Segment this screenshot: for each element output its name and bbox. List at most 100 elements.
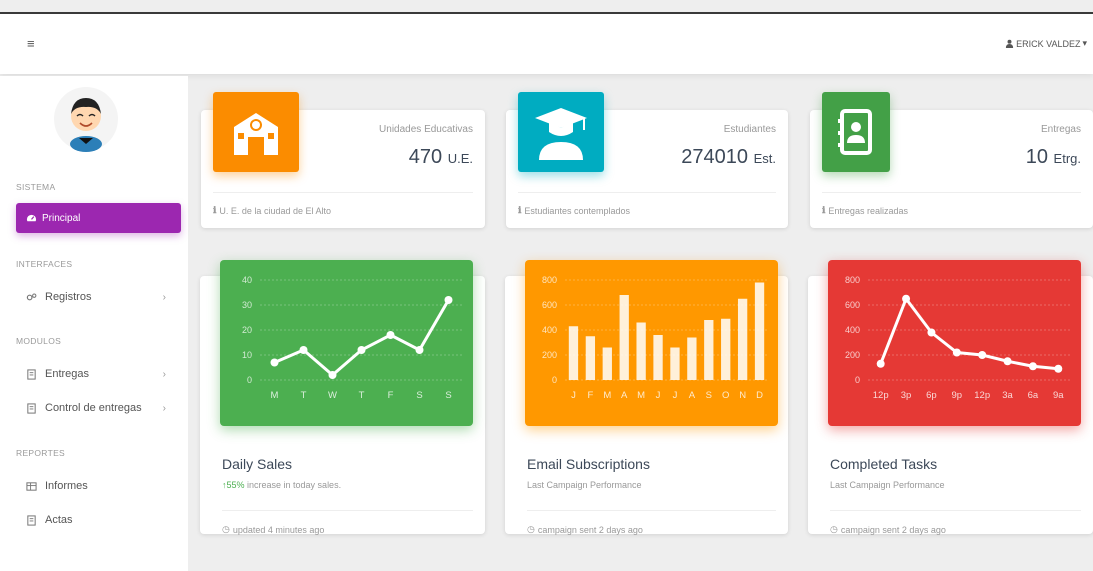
chart-footer: ◷ campaign sent 2 days ago	[830, 524, 946, 535]
data-point	[952, 348, 961, 357]
bar	[568, 326, 579, 380]
x-tick-label: M	[271, 390, 279, 401]
chart-email-subscriptions: 800 600 400 200 0 J F M A M J J A S O N D	[525, 260, 778, 426]
stat-card-unidades: Unidades Educativas 470 U.E. ℹ U. E. de …	[201, 92, 485, 228]
divider	[213, 192, 473, 193]
top-navbar: ≡ ERICK VALDEZ ▾	[0, 14, 1093, 74]
section-label-modulos: MODULOS	[16, 336, 62, 346]
y-tick-label: 0	[855, 375, 860, 385]
x-tick-label: O	[722, 390, 729, 401]
sidebar-item-principal[interactable]: Principal	[16, 203, 181, 233]
chart-card-daily-sales: 40 30 20 10 0 M T W T F S S Daily Sales ↑55% increa…	[200, 260, 485, 535]
file-icon	[27, 402, 36, 414]
data-point	[876, 359, 885, 368]
clock-icon: ◷	[222, 524, 230, 534]
y-tick-label: 10	[242, 350, 252, 360]
y-tick-label: 800	[845, 275, 860, 285]
contacts-book-icon	[822, 92, 890, 172]
divider	[822, 192, 1081, 193]
chart-title: Email Subscriptions	[527, 456, 650, 472]
chart-footer: ◷ campaign sent 2 days ago	[527, 524, 643, 535]
bar	[653, 335, 663, 380]
x-tick-label: T	[301, 390, 307, 401]
chart-title: Daily Sales	[222, 456, 293, 472]
y-tick-label: 400	[845, 325, 860, 335]
stat-value: 274010 Est.	[681, 146, 776, 168]
sidebar-item-actas[interactable]: Actas	[26, 514, 176, 526]
sidebar-item-label: Control de entregas	[45, 402, 142, 414]
bar	[670, 347, 680, 380]
section-label-reportes: REPORTES	[16, 448, 66, 458]
chart-completed-tasks: 800 600 400 200 0 12p 3p 6p 9p 12p 3a 6a 9a	[828, 260, 1081, 426]
sidebar-item-label: Informes	[45, 480, 88, 492]
y-tick-label: 0	[552, 375, 557, 385]
x-tick-label: 3a	[1002, 390, 1013, 401]
info-icon: ℹ	[518, 206, 522, 216]
chart-card-email-subscriptions: 800 600 400 200 0 J F M A M J J A S O N D Email Subscrip…	[505, 260, 788, 535]
stat-footer: ℹ Entregas realizadas	[822, 206, 908, 216]
line-chart: 800 600 400 200 0 12p 3p 6p 9p 12p 3a 6a 9a	[845, 275, 1071, 401]
bar	[602, 347, 612, 380]
x-tick-label: M	[637, 390, 645, 401]
x-tick-label: A	[621, 390, 628, 401]
caret-down-icon: ▾	[1082, 38, 1087, 48]
user-name: ERICK VALDEZ	[1016, 38, 1081, 49]
bar	[721, 318, 731, 380]
dashboard-icon	[26, 214, 37, 224]
data-point	[1054, 364, 1063, 373]
graduate-icon	[518, 92, 604, 172]
data-point	[902, 294, 911, 303]
y-tick-label: 600	[542, 300, 557, 310]
x-tick-label: 6p	[926, 390, 937, 401]
chart-daily-sales: 40 30 20 10 0 M T W T F S S	[220, 260, 473, 426]
stat-category: Unidades Educativas	[379, 124, 473, 135]
y-tick-label: 0	[247, 375, 252, 385]
user-icon	[1006, 39, 1014, 48]
clock-icon: ◷	[830, 524, 838, 534]
sidebar-item-label: Actas	[45, 514, 73, 526]
x-tick-label: T	[359, 390, 365, 401]
x-tick-label: 6a	[1028, 390, 1039, 401]
hamburger-icon[interactable]: ≡	[27, 36, 35, 51]
x-tick-label: 9a	[1053, 390, 1064, 401]
y-tick-label: 600	[845, 300, 860, 310]
bar	[636, 322, 646, 380]
chevron-right-icon: ›	[162, 402, 166, 414]
line-chart: 40 30 20 10 0 M T W T F S S	[242, 275, 463, 401]
bar	[754, 282, 765, 380]
user-menu[interactable]: ERICK VALDEZ ▾	[1005, 38, 1087, 49]
data-point	[415, 346, 424, 354]
file-icon	[27, 514, 36, 526]
series-line	[273, 299, 450, 377]
data-point	[386, 331, 395, 339]
x-tick-label: M	[603, 390, 611, 401]
sidebar-item-informes[interactable]: Informes	[26, 480, 176, 492]
sidebar-item-entregas[interactable]: Entregas ›	[26, 368, 176, 380]
data-point	[978, 351, 987, 359]
x-tick-label: J	[656, 390, 661, 401]
sidebar: SISTEMA Principal INTERFACES Registros ›…	[0, 76, 188, 571]
stat-card-estudiantes: Estudiantes 274010 Est. ℹ Estudiantes co…	[506, 92, 788, 228]
x-tick-label: A	[689, 390, 696, 401]
y-tick-label: 800	[542, 275, 557, 285]
x-tick-label: J	[571, 390, 576, 401]
sidebar-item-registros[interactable]: Registros ›	[26, 291, 176, 303]
chart-card-completed-tasks: 800 600 400 200 0 12p 3p 6p 9p 12p 3a 6a 9a Complete…	[808, 260, 1093, 535]
x-tick-label: 3p	[901, 390, 912, 401]
sidebar-item-label: Entregas	[45, 368, 90, 380]
data-point	[328, 371, 337, 379]
stat-value: 10 Etrg.	[1025, 146, 1081, 168]
sidebar-item-control-entregas[interactable]: Control de entregas ›	[26, 402, 176, 414]
stat-footer: ℹ Estudiantes contemplados	[518, 206, 630, 216]
data-point	[270, 358, 279, 367]
stat-value: 470 U.E.	[408, 146, 473, 168]
divider	[830, 510, 1081, 511]
y-tick-label: 200	[845, 350, 860, 360]
x-tick-label: S	[445, 390, 451, 401]
clock-icon: ◷	[527, 524, 535, 534]
y-tick-label: 30	[242, 300, 252, 310]
data-point	[299, 346, 308, 354]
data-point	[1028, 362, 1037, 371]
info-icon: ℹ	[213, 206, 217, 216]
divider	[518, 192, 776, 193]
